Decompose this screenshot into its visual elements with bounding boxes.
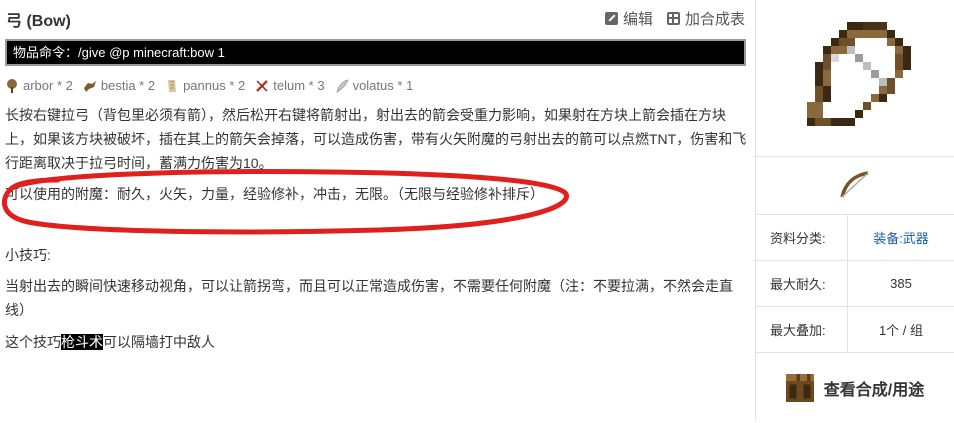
item-small-icon	[756, 157, 954, 215]
edit-label: 编辑	[622, 11, 653, 28]
material-label: pannus * 2	[183, 78, 246, 93]
bow-small-icon	[840, 170, 869, 198]
main-content: 弓 (Bow) 编辑 加合成表 物品命令：/give @p minecraft:…	[0, 0, 755, 421]
bestia-icon	[83, 80, 96, 92]
material-item[interactable]: volatus * 1	[335, 78, 414, 93]
description-text: 长按右键拉弓（背包里必须有箭），然后松开右键将箭射出，射出去的箭会受重力影响，如…	[5, 107, 747, 171]
crafting-table-icon	[785, 374, 814, 402]
material-item[interactable]: bestia * 2	[83, 78, 155, 93]
telum-icon	[256, 79, 269, 92]
infobox-key: 最大耐久:	[756, 261, 848, 306]
enchantments-text: 可以使用的附魔：耐久，火矢，力量，经验修补，冲击，无限。（无限与经验修补排斥）	[5, 186, 544, 202]
material-label: arbor * 2	[23, 78, 73, 93]
material-label: bestia * 2	[100, 78, 156, 93]
item-command-box[interactable]: 物品命令：/give @p minecraft:bow 1	[5, 39, 746, 66]
page-actions: 编辑 加合成表	[604, 8, 745, 29]
infobox-value: 1个 / 组	[878, 323, 924, 338]
infobox: 资料分类: 装备:武器 最大耐久: 385 最大叠加: 1个 / 组 查看合成/…	[755, 0, 954, 421]
infobox-row: 资料分类: 装备:武器	[756, 215, 954, 261]
page-title: 弓 (Bow)	[6, 13, 71, 30]
table-icon	[666, 12, 680, 25]
highlighted-term: 枪斗术	[61, 334, 103, 350]
material-label: telum * 3	[273, 78, 325, 93]
material-item[interactable]: pannus * 2	[165, 78, 245, 93]
category-link[interactable]: 装备:武器	[848, 228, 954, 247]
material-label: volatus * 1	[352, 78, 414, 93]
infobox-value: 385	[890, 276, 912, 291]
bow-icon	[807, 22, 911, 126]
material-item[interactable]: telum * 3	[255, 78, 325, 93]
infobox-row: 最大耐久: 385	[756, 261, 954, 307]
tip2-prefix: 这个技巧	[5, 334, 61, 350]
materials-list: arbor * 2 bestia * 2 pannus * 2 telum * …	[5, 78, 413, 93]
view-recipe-button[interactable]: 查看合成/用途	[756, 353, 954, 423]
infobox-key: 最大叠加:	[756, 307, 848, 352]
volatus-icon	[335, 78, 349, 93]
view-recipe-label: 查看合成/用途	[823, 382, 925, 399]
arbor-icon	[7, 78, 17, 93]
tips-heading: 小技巧:	[5, 247, 51, 263]
edit-button[interactable]: 编辑	[604, 8, 653, 29]
add-to-table-label: 加合成表	[684, 11, 745, 28]
tip-text: 当射出去的瞬间快速移动视角，可以让箭拐弯，而且可以正常造成伤害，不需要任何附魔（…	[5, 278, 733, 318]
edit-icon	[604, 12, 618, 25]
infobox-row: 最大叠加: 1个 / 组	[756, 307, 954, 353]
material-item[interactable]: arbor * 2	[5, 78, 73, 93]
pannus-icon	[168, 79, 177, 92]
tip-text-2: 这个技巧枪斗术可以隔墙打中敌人	[5, 330, 747, 354]
infobox-key: 资料分类:	[756, 215, 848, 260]
item-image	[756, 0, 954, 157]
tip2-suffix: 可以隔墙打中敌人	[103, 334, 215, 350]
add-to-table-button[interactable]: 加合成表	[666, 8, 745, 29]
